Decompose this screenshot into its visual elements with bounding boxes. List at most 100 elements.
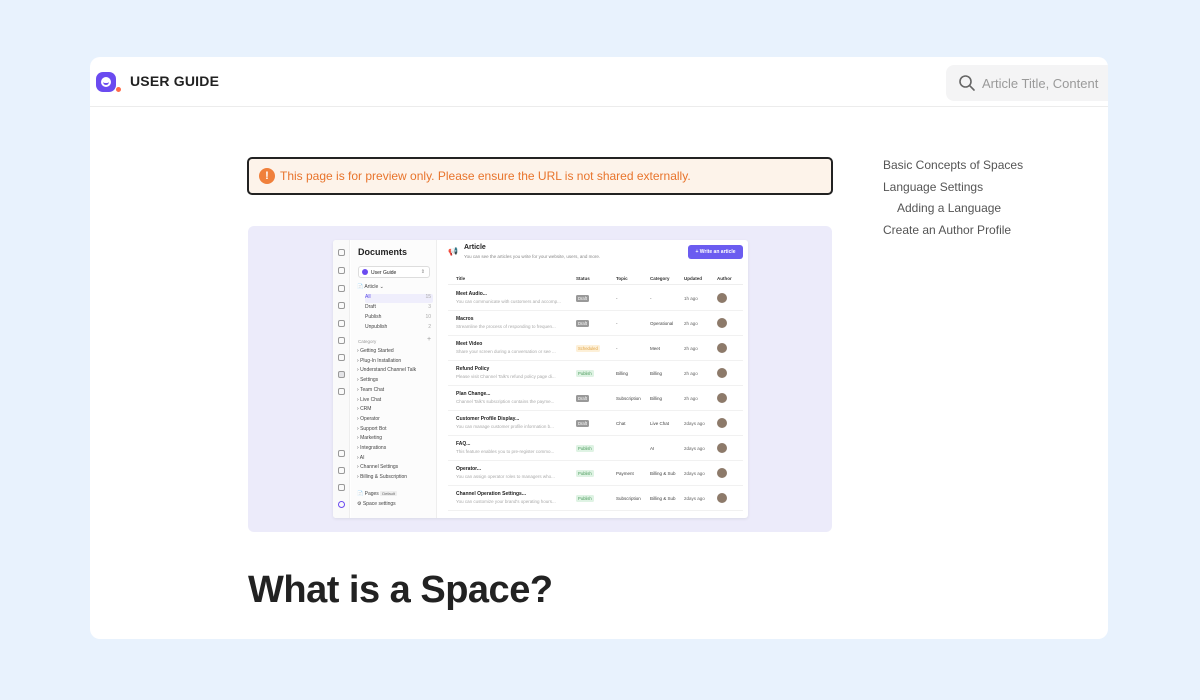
table-row: Macros Streamline the process of respondi… — [448, 311, 743, 336]
brand-title[interactable]: USER GUIDE — [130, 73, 219, 89]
category-item: › Billing & Subscription — [357, 474, 433, 483]
rail-briefcase-icon — [338, 337, 345, 344]
rail-phone-icon — [338, 388, 345, 395]
category-item: › Plug-In Installation — [357, 358, 433, 367]
megaphone-icon: 📢 — [448, 247, 458, 256]
category-item: › Settings — [357, 377, 433, 386]
row-topic: - — [616, 346, 618, 351]
documents-screenshot: Documents User Guide ⇕ 📄 Article ⌄ All 15… — [333, 240, 748, 518]
article-main: 📢 Article You can see the articles you w… — [438, 240, 748, 518]
pages-item: 📄 Pages Default — [357, 491, 397, 497]
row-updated: 2days ago — [684, 446, 705, 451]
col-title: Title — [456, 276, 466, 281]
col-updated: Updated — [684, 276, 702, 281]
row-title: Macros — [456, 316, 474, 322]
rail-table-icon — [338, 302, 345, 309]
status-count: 2 — [428, 324, 431, 330]
table-header: Title Status Topic Category Updated Auth… — [448, 273, 743, 285]
row-updated: 2days ago — [684, 471, 705, 476]
col-category: Category — [650, 276, 670, 281]
row-topic: Payment — [616, 471, 634, 476]
row-title: Channel Operation Settings... — [456, 491, 527, 497]
row-updated: 2days ago — [684, 421, 705, 426]
row-title: Meet Audio... — [456, 291, 487, 297]
category-label: Settings — [360, 377, 379, 384]
space-settings-item: ⚙ Space settings — [357, 501, 396, 507]
col-author: Author — [717, 276, 732, 281]
pages-label: Pages — [364, 491, 379, 497]
status-label: All — [365, 294, 371, 300]
author-avatar — [717, 468, 727, 478]
status-badge: Draft — [576, 295, 590, 302]
row-description: You can customize your brand's operating… — [456, 499, 556, 504]
row-updated: 1h ago — [684, 296, 698, 301]
category-item: › Marketing — [357, 435, 433, 444]
documents-sidebar: Documents User Guide ⇕ 📄 Article ⌄ All 15… — [351, 240, 437, 518]
table-of-contents: Basic Concepts of Spaces Language Settin… — [883, 157, 1023, 244]
notice-text: This page is for preview only. Please en… — [280, 169, 691, 183]
table-row: FAQ... This feature enables you to pre-re… — [448, 436, 743, 461]
search-box[interactable] — [946, 65, 1108, 101]
row-topic: Billing — [616, 371, 629, 376]
search-icon — [959, 75, 975, 91]
category-item: › Getting Started — [357, 348, 433, 357]
row-category: AI — [650, 446, 655, 451]
status-count: 15 — [425, 294, 431, 300]
category-item: › CRM — [357, 406, 433, 415]
article-root-label: Article — [364, 284, 379, 290]
col-topic: Topic — [616, 276, 628, 281]
author-avatar — [717, 318, 727, 328]
table-row: Plan Change... Channel Talk's subscriptio… — [448, 386, 743, 411]
search-input[interactable] — [982, 73, 1108, 93]
category-label: Integrations — [360, 445, 387, 451]
author-avatar — [717, 418, 727, 428]
toc-adding-language[interactable]: Adding a Language — [883, 200, 1023, 222]
row-category: Operational — [650, 321, 674, 326]
row-description: Share your screen during a conversation … — [456, 349, 556, 354]
category-item: › Support Bot — [357, 426, 433, 435]
category-item: › Operator — [357, 416, 433, 425]
status-label: Publish — [365, 314, 382, 320]
category-label: Marketing — [360, 435, 383, 442]
category-label: Billing & Subscription — [360, 474, 408, 481]
add-category-icon: + — [427, 336, 432, 343]
row-title: Meet Video — [456, 341, 483, 347]
rail-help-icon — [338, 450, 345, 457]
author-avatar — [717, 493, 727, 503]
rail-filter-icon — [338, 354, 345, 361]
brand-logo-icon[interactable] — [96, 72, 122, 93]
row-category: Meet — [650, 346, 661, 351]
status-label: Unpublish — [365, 324, 388, 330]
rail-settings-icon — [338, 467, 345, 474]
table-row: Channel Operation Settings... You can cus… — [448, 486, 743, 511]
table-row: Customer Profile Display... You can manag… — [448, 411, 743, 436]
row-description: This feature enables you to pre-register… — [456, 449, 555, 454]
row-title: Operator... — [456, 466, 482, 472]
row-updated: 2days ago — [684, 496, 705, 501]
documents-title: Documents — [358, 247, 408, 257]
status-badge: Publish — [576, 370, 594, 377]
toc-basic-concepts[interactable]: Basic Concepts of Spaces — [883, 157, 1023, 179]
rail-users-icon — [338, 267, 345, 274]
icon-rail — [333, 240, 350, 518]
category-label: Support Bot — [360, 425, 387, 432]
row-description: Streamline the process of responding to … — [456, 324, 556, 329]
row-updated: 2h ago — [684, 346, 698, 351]
toc-author-profile[interactable]: Create an Author Profile — [883, 222, 1023, 244]
rail-docs-icon — [338, 249, 345, 256]
row-category: Live Chat — [650, 421, 670, 426]
row-category: - — [650, 296, 652, 301]
chevron-updown-icon: ⇕ — [420, 269, 425, 275]
status-badge: Publish — [576, 445, 594, 452]
guide-card: USER GUIDE ! This page is for preview on… — [90, 57, 1108, 639]
row-updated: 2h ago — [684, 321, 698, 326]
category-label: Plug-In Installation — [360, 357, 402, 364]
category-label: Team Chat — [359, 386, 385, 393]
table-row: Meet Video Share your screen during a con… — [448, 336, 743, 361]
row-description: You can communicate with customers and a… — [456, 299, 561, 304]
table-row: Refund Policy Please visit Channel Talk's… — [448, 361, 743, 386]
article-subtitle: You can see the articles you write for y… — [464, 254, 601, 259]
row-description: Channel Talk's subscription contains the… — [456, 399, 555, 404]
toc-language-settings[interactable]: Language Settings — [883, 179, 1023, 201]
row-topic: Subscription — [616, 496, 641, 501]
